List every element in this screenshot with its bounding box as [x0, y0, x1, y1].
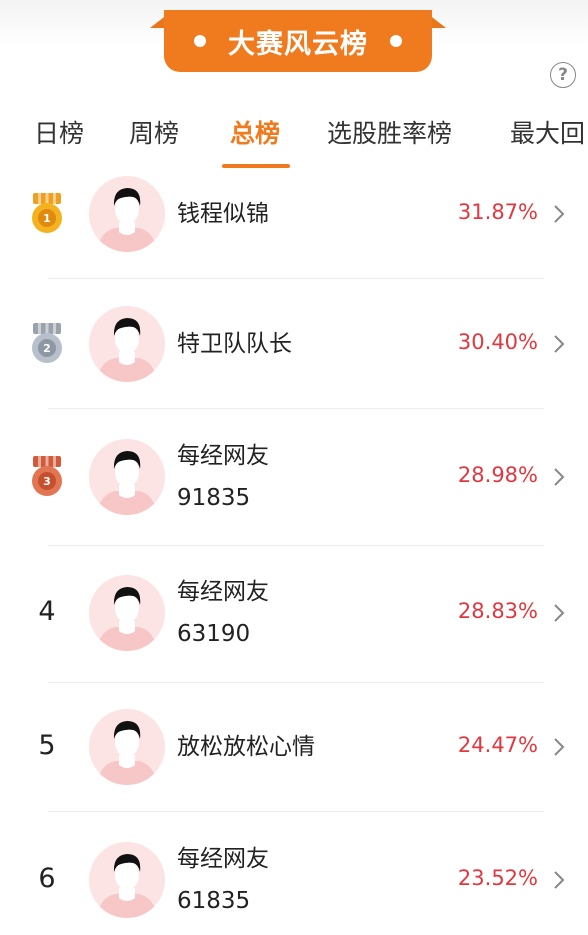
- tab-overall[interactable]: 总榜: [230, 114, 280, 150]
- row-divider: [48, 408, 544, 409]
- chevron-right-icon[interactable]: [550, 602, 568, 624]
- return-percent: 31.87%: [457, 200, 538, 224]
- user-name: 每经网友: [177, 443, 269, 469]
- row-divider: [48, 682, 544, 683]
- row-divider: [48, 545, 544, 546]
- banner-dot-right: [390, 35, 402, 47]
- user-name-suffix: 91835: [177, 485, 251, 511]
- avatar[interactable]: [89, 842, 165, 918]
- tab-stock-win-rate[interactable]: 选股胜率榜: [327, 114, 452, 150]
- chevron-right-icon[interactable]: [550, 869, 568, 891]
- user-name: 钱程似锦: [177, 201, 269, 227]
- user-name: 每经网友: [177, 846, 269, 872]
- rank-number: 6: [38, 863, 56, 894]
- tab-max-drawdown[interactable]: 最大回: [510, 114, 585, 150]
- row-divider: [48, 811, 544, 812]
- help-icon[interactable]: ?: [550, 62, 576, 88]
- avatar[interactable]: [89, 575, 165, 651]
- avatar[interactable]: [89, 709, 165, 785]
- silver-medal-icon: 2: [30, 322, 64, 366]
- tab-daily[interactable]: 日榜: [34, 114, 84, 150]
- banner-title: 大赛风云榜: [228, 28, 368, 60]
- gold-medal-icon: 1: [30, 192, 64, 236]
- user-name: 放松放松心情: [177, 734, 315, 760]
- return-percent: 28.98%: [457, 463, 538, 487]
- return-percent: 24.47%: [457, 733, 538, 757]
- ranking-tabs: 日榜 周榜 总榜 选股胜率榜 最大回: [0, 104, 588, 174]
- return-percent: 23.52%: [457, 866, 538, 890]
- avatar[interactable]: [89, 439, 165, 515]
- user-name-suffix: 61835: [177, 888, 251, 914]
- avatar[interactable]: [89, 306, 165, 382]
- active-tab-indicator: [222, 164, 290, 168]
- chevron-right-icon[interactable]: [550, 203, 568, 225]
- return-percent: 28.83%: [457, 599, 538, 623]
- banner-body: 大赛风云榜: [164, 10, 432, 72]
- chevron-right-icon[interactable]: [550, 736, 568, 758]
- svg-text:3: 3: [43, 475, 51, 488]
- avatar[interactable]: [89, 176, 165, 252]
- chevron-right-icon[interactable]: [550, 333, 568, 355]
- banner-dot-left: [194, 35, 206, 47]
- user-name: 每经网友: [177, 579, 269, 605]
- chevron-right-icon[interactable]: [550, 466, 568, 488]
- user-name-suffix: 63190: [177, 621, 251, 647]
- return-percent: 30.40%: [457, 330, 538, 354]
- row-divider: [48, 278, 544, 279]
- svg-text:2: 2: [43, 342, 51, 355]
- rank-number: 4: [38, 596, 56, 627]
- leaderboard-banner: 大赛风云榜: [150, 10, 446, 76]
- bronze-medal-icon: 3: [30, 455, 64, 499]
- user-name: 特卫队队长: [177, 331, 292, 357]
- tab-weekly[interactable]: 周榜: [129, 114, 179, 150]
- svg-text:1: 1: [43, 212, 51, 225]
- rank-number: 5: [38, 730, 56, 761]
